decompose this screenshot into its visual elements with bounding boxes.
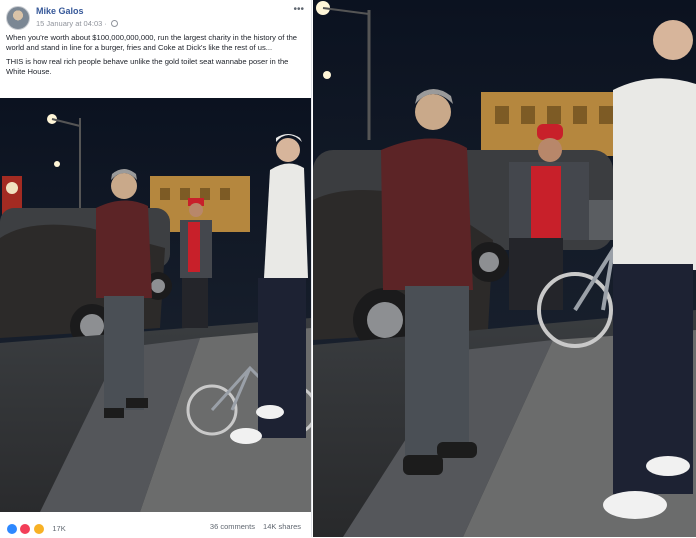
like-icon [6,522,18,535]
globe-icon [111,20,118,27]
author-avatar[interactable] [6,6,30,30]
facebook-post: Mike Galos 15 January at 04:03 · ••• Whe… [0,0,312,537]
more-options-icon[interactable]: ••• [293,4,304,15]
post-photo[interactable] [0,98,311,512]
post-footer: 17K 36 comments 14K shares [0,514,311,537]
post-meta: 15 January at 04:03 · [36,19,118,28]
reaction-count: 17K [52,524,66,534]
comments-count[interactable]: 36 comments [210,522,255,531]
post-paragraph-2: THIS is how real rich people behave unli… [6,56,289,77]
haha-icon [32,522,45,535]
post-stats: 36 comments 14K shares [210,522,301,531]
post-paragraph-1: When you're worth about $100,000,000,000… [6,33,298,53]
love-icon [19,522,32,535]
post-header: Mike Galos 15 January at 04:03 · ••• [6,4,306,34]
reactions-summary[interactable]: 17K [6,520,66,535]
shares-count[interactable]: 14K shares [263,522,301,531]
post-body: When you're worth about $100,000,000,000… [6,33,308,81]
enlarged-photo-image [313,0,696,537]
enlarged-photo[interactable] [313,0,696,537]
author-name[interactable]: Mike Galos [36,6,84,16]
post-timestamp[interactable]: 15 January at 04:03 [36,19,102,28]
post-photo-image [0,98,311,512]
separator: · [104,19,109,28]
